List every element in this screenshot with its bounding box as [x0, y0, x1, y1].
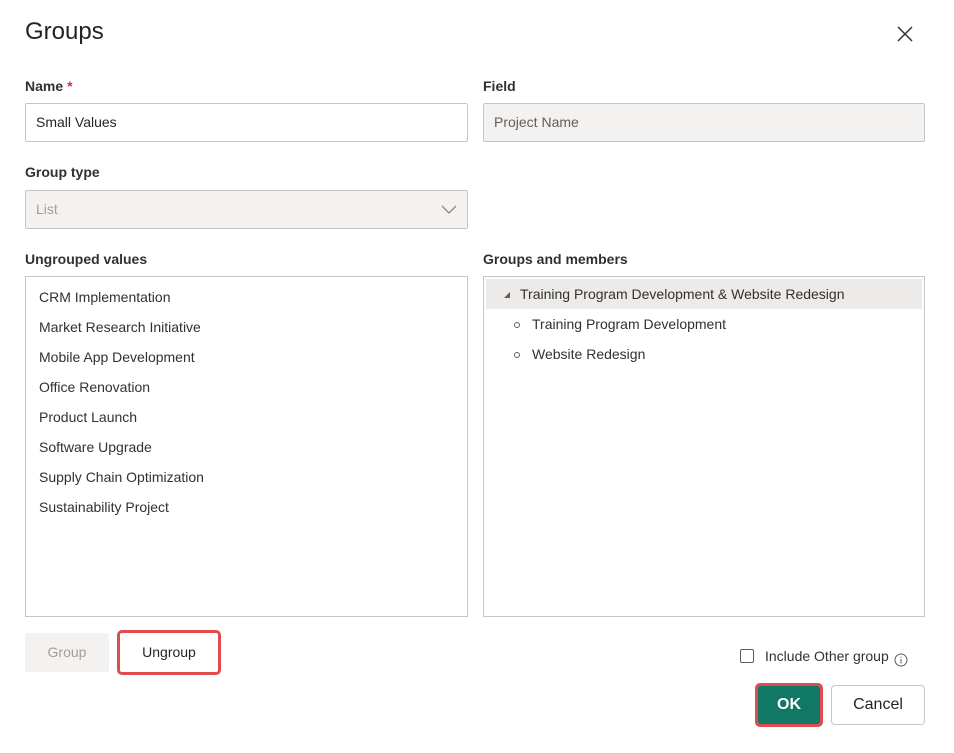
list-item[interactable]: Sustainability Project: [26, 492, 467, 522]
bullet-icon: [514, 352, 520, 359]
chevron-down-icon: [441, 205, 457, 214]
dialog-title: Groups: [25, 18, 104, 45]
close-button[interactable]: [893, 22, 917, 46]
ungrouped-list[interactable]: CRM Implementation Market Research Initi…: [25, 276, 468, 617]
group-member[interactable]: Training Program Development: [484, 309, 924, 339]
list-item[interactable]: Product Launch: [26, 402, 467, 432]
list-item[interactable]: Market Research Initiative: [26, 312, 467, 342]
close-icon: [897, 26, 913, 42]
list-item[interactable]: CRM Implementation: [26, 282, 467, 312]
ok-button[interactable]: OK: [755, 683, 823, 727]
groups-label: Groups and members: [483, 251, 628, 267]
ungrouped-label: Ungrouped values: [25, 251, 148, 267]
member-name: Website Redesign: [532, 346, 646, 362]
group-button[interactable]: Group: [25, 633, 109, 672]
info-icon[interactable]: [894, 653, 908, 667]
member-name: Training Program Development: [532, 316, 727, 332]
group-type-select: List: [25, 190, 468, 229]
group-type-label: Group type: [25, 164, 100, 180]
ungroup-button[interactable]: Ungroup: [117, 630, 221, 675]
include-other-label: Include Other group: [765, 648, 889, 664]
field-input: Project Name: [483, 103, 925, 142]
cancel-button[interactable]: Cancel: [831, 685, 925, 725]
group-header[interactable]: Training Program Development & Website R…: [486, 279, 922, 309]
field-label: Field: [483, 78, 516, 94]
group-name: Training Program Development & Website R…: [520, 286, 845, 302]
list-item[interactable]: Software Upgrade: [26, 432, 467, 462]
list-item[interactable]: Office Renovation: [26, 372, 467, 402]
groups-list[interactable]: Training Program Development & Website R…: [483, 276, 925, 617]
list-item[interactable]: Supply Chain Optimization: [26, 462, 467, 492]
collapse-triangle-icon[interactable]: [504, 292, 510, 299]
include-other-checkbox[interactable]: [740, 649, 754, 663]
list-item[interactable]: Mobile App Development: [26, 342, 467, 372]
name-label: Name *: [25, 78, 73, 94]
name-input[interactable]: Small Values: [25, 103, 468, 142]
group-member[interactable]: Website Redesign: [484, 339, 924, 369]
include-other-group[interactable]: Include Other group: [740, 645, 908, 667]
bullet-icon: [514, 322, 520, 329]
